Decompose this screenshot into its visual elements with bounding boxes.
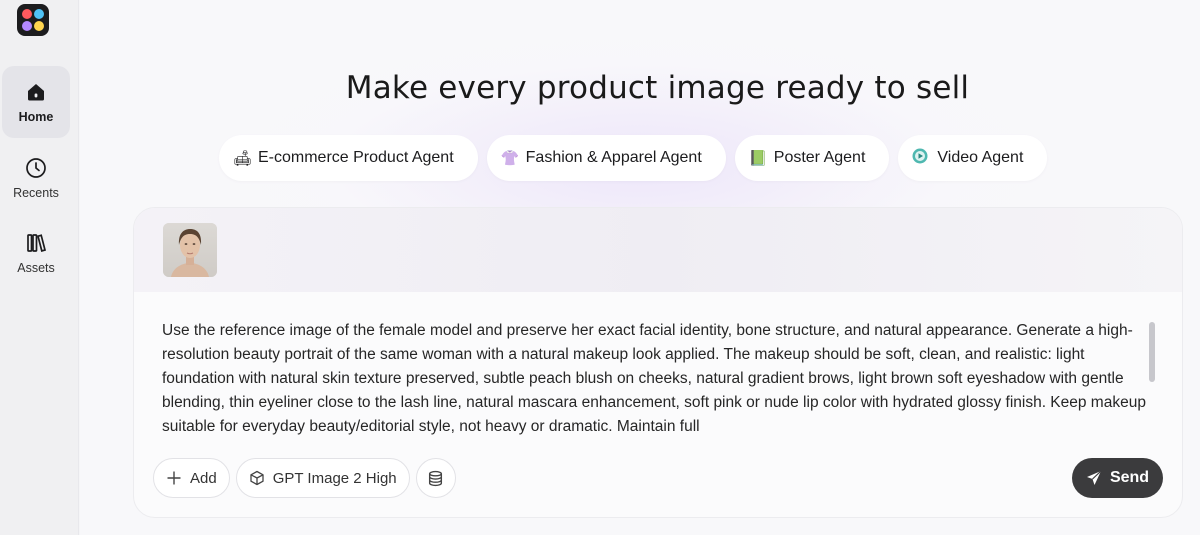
shirt-icon: 👚 [500,150,520,167]
agent-chip-ecommerce[interactable]: 🛋 E-commerce Product Agent [219,135,478,181]
send-button-label: Send [1109,469,1150,486]
database-button[interactable] [415,458,456,498]
send-button[interactable]: Send [1072,458,1163,498]
composer-toolbar: Add GPT Image 2 High [153,458,456,498]
sidebar-item-label: Recents [13,186,59,200]
sidebar: Home Recents Assets [0,0,79,535]
agent-chip-label: Poster Agent [773,149,866,166]
main-area: Make every product image ready to sell 🛋… [80,0,1200,535]
reference-image-thumbnail[interactable] [163,223,217,277]
agent-chip-label: Fashion & Apparel Agent [525,149,702,166]
plus-icon [167,471,181,485]
video-icon [912,148,928,168]
prompt-scrollbar[interactable] [1149,322,1155,382]
prompt-textarea[interactable]: Use the reference image of the female mo… [162,319,1147,439]
sidebar-item-home[interactable]: Home [2,66,70,138]
add-button[interactable]: Add [153,458,230,498]
sidebar-item-label: Assets [17,261,55,275]
book-icon: 📗 [748,150,768,167]
sofa-icon: 🛋 [233,150,253,167]
database-icon [429,470,443,486]
agent-chips: 🛋 E-commerce Product Agent 👚 Fashion & A… [219,135,1048,181]
model-selector-button[interactable]: GPT Image 2 High [235,458,410,498]
sidebar-item-assets[interactable]: Assets [2,217,70,289]
clock-icon [26,158,46,178]
prompt-composer: Use the reference image of the female mo… [133,207,1183,518]
agent-chip-video[interactable]: Video Agent [898,135,1048,181]
home-icon [28,84,44,101]
cube-icon [250,470,264,486]
app-logo[interactable] [17,4,49,36]
agent-chip-label: E-commerce Product Agent [258,149,454,166]
sidebar-item-recents[interactable]: Recents [2,142,70,214]
model-selector-label: GPT Image 2 High [272,469,397,487]
page-title: Make every product image ready to sell [345,70,970,106]
books-icon [27,234,47,252]
agent-chip-fashion[interactable]: 👚 Fashion & Apparel Agent [486,135,726,181]
agent-chip-label: Video Agent [937,149,1024,166]
sidebar-item-label: Home [18,110,54,124]
add-button-label: Add [190,469,217,487]
attachment-area [134,208,1182,292]
send-icon [1086,470,1102,485]
agent-chip-poster[interactable]: 📗 Poster Agent [734,135,890,181]
